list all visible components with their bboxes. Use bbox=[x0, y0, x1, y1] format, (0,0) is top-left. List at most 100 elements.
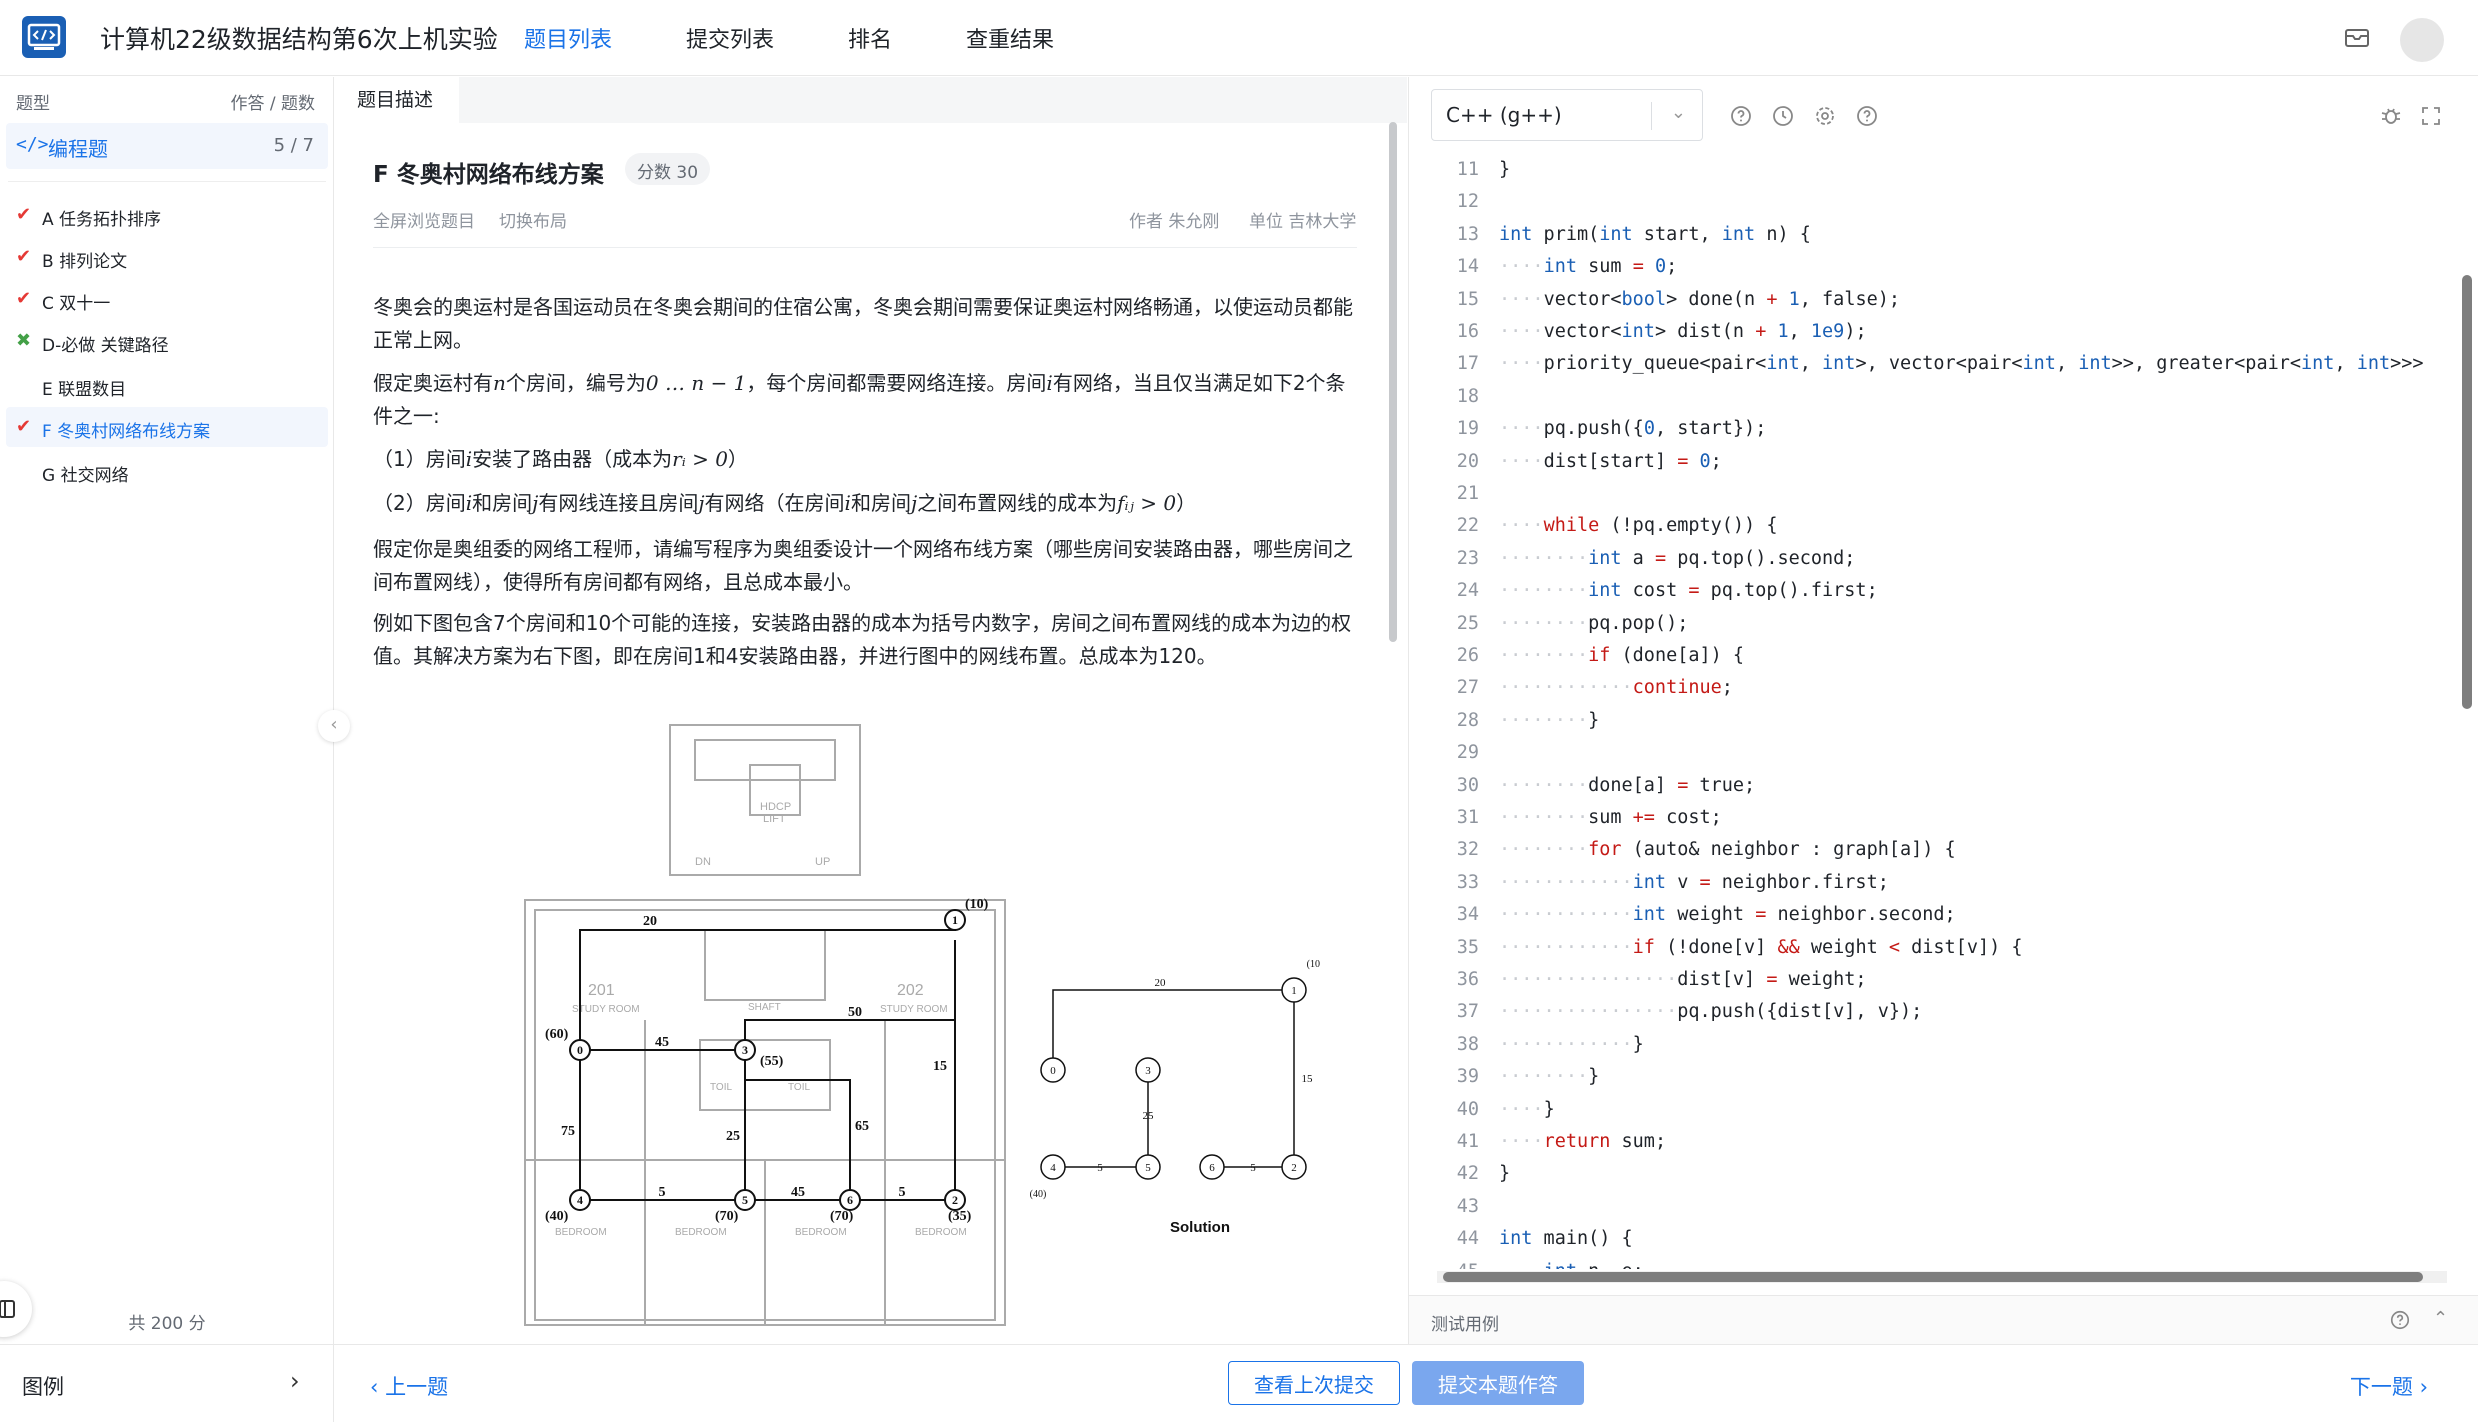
code-line[interactable]: 33 ············int v = neighbor.first; bbox=[1409, 872, 2469, 904]
nav-submission-list[interactable]: 提交列表 bbox=[686, 22, 774, 54]
problem-item-e[interactable]: E 联盟数目 bbox=[6, 365, 328, 405]
cost-label: (60) bbox=[545, 1027, 569, 1042]
code-line[interactable]: 38 ············} bbox=[1409, 1034, 2469, 1066]
code-line[interactable]: 16 ····vector<int> dist(n + 1, 1e9); bbox=[1409, 321, 2469, 353]
help-icon[interactable] bbox=[1729, 104, 1753, 128]
expand-up-icon[interactable]: ⌃ bbox=[2433, 1308, 2448, 1329]
code-line[interactable]: 22 ····while (!pq.empty()) { bbox=[1409, 515, 2469, 547]
code-line[interactable]: 30 ········done[a] = true; bbox=[1409, 775, 2469, 807]
history-icon[interactable] bbox=[1771, 104, 1795, 128]
code-line[interactable]: 45 ····int n, e; bbox=[1409, 1261, 2469, 1269]
avatar[interactable] bbox=[2400, 18, 2444, 62]
settings-icon[interactable] bbox=[1813, 104, 1837, 128]
test-cases-label[interactable]: 测试用例 bbox=[1431, 1310, 1499, 1335]
fullscreen-link[interactable]: 全屏浏览题目 bbox=[373, 207, 475, 232]
code-line[interactable]: 39 ········} bbox=[1409, 1066, 2469, 1098]
help-icon[interactable] bbox=[2389, 1309, 2411, 1335]
nav-plagiarism-results[interactable]: 查重结果 bbox=[966, 22, 1054, 54]
code-line[interactable]: 13 int prim(int start, int n) { bbox=[1409, 224, 2469, 256]
code-text: ····int sum = 0; bbox=[1499, 256, 1677, 277]
code-line[interactable]: 35 ············if (!done[v] && weight < d… bbox=[1409, 937, 2469, 969]
code-line[interactable]: 18 bbox=[1409, 386, 2469, 418]
problem-item-b[interactable]: ✔ B 排列论文 bbox=[6, 237, 328, 277]
code-line[interactable]: 40 ····} bbox=[1409, 1099, 2469, 1131]
code-line[interactable]: 20 ····dist[start] = 0; bbox=[1409, 451, 2469, 483]
code-line[interactable]: 27 ············continue; bbox=[1409, 677, 2469, 709]
code-token: cost; bbox=[1654, 807, 1722, 828]
scroll-thumb[interactable] bbox=[1443, 1272, 2423, 1282]
code-line[interactable]: 28 ········} bbox=[1409, 710, 2469, 742]
next-problem-link[interactable]: 下一题 › bbox=[2350, 1371, 2428, 1401]
category-programming[interactable]: </> 编程题 5 / 7 bbox=[6, 123, 328, 169]
fullscreen-icon[interactable] bbox=[2419, 104, 2443, 128]
code-token: + bbox=[1766, 288, 1778, 310]
code-line[interactable]: 25 ········pq.pop(); bbox=[1409, 613, 2469, 645]
code-token: ···· bbox=[1499, 515, 1544, 537]
help-icon[interactable] bbox=[1855, 104, 1879, 128]
language-select[interactable]: C++ (g++) ⌄ bbox=[1431, 89, 1703, 141]
code-line[interactable]: 41 ····return sum; bbox=[1409, 1131, 2469, 1163]
problem-item-c[interactable]: ✔ C 双十一 bbox=[6, 279, 328, 319]
collapse-sidebar-button[interactable]: ‹ bbox=[318, 710, 350, 742]
code-token: int bbox=[1721, 223, 1756, 245]
code-line[interactable]: 11} bbox=[1409, 159, 2469, 191]
code-line[interactable]: 17 ····priority_queue<pair<int, int>, vec… bbox=[1409, 353, 2469, 385]
problem-label: D-必做 关键路径 bbox=[42, 336, 169, 356]
bedroom-label: BEDROOM bbox=[795, 1227, 847, 1238]
code-area[interactable]: 11} 12 13 int prim(int start, int n) {14 ···… bbox=[1409, 149, 2469, 1269]
problem-item-g[interactable]: G 社交网络 bbox=[6, 451, 328, 491]
code-line[interactable]: 23 ········int a = pq.top().second; bbox=[1409, 548, 2469, 580]
code-text: ········} bbox=[1499, 710, 1599, 731]
code-line[interactable]: 32 ········for (auto& neighbor : graph[a]… bbox=[1409, 839, 2469, 871]
code-line[interactable]: 43 bbox=[1409, 1196, 2469, 1228]
code-token: , start}); bbox=[1654, 418, 1767, 440]
code-line[interactable]: 37 ················pq.push({dist[v], v}); bbox=[1409, 1001, 2469, 1033]
problem-item-a[interactable]: ✔ A 任务拓扑排序 bbox=[6, 195, 328, 235]
code-line[interactable]: 12 bbox=[1409, 191, 2469, 223]
code-line[interactable]: 34 ············int weight = neighbor.seco… bbox=[1409, 904, 2469, 936]
code-line[interactable]: 36 ················dist[v] = weight; bbox=[1409, 969, 2469, 1001]
toil-label: TOIL bbox=[788, 1082, 810, 1093]
line-number: 34 bbox=[1456, 904, 1479, 926]
tab-description[interactable]: 题目描述 bbox=[335, 77, 459, 123]
problem-scrollbar[interactable] bbox=[1389, 122, 1397, 642]
prev-problem-link[interactable]: ‹ 上一题 bbox=[370, 1371, 448, 1401]
code-token: neighbor.second; bbox=[1766, 904, 1956, 926]
code-token: weight; bbox=[1777, 969, 1867, 990]
code-text: ············} bbox=[1499, 1034, 1644, 1055]
switch-layout-link[interactable]: 切换布局 bbox=[499, 207, 567, 232]
line-number: 39 bbox=[1456, 1066, 1479, 1088]
nav-ranking[interactable]: 排名 bbox=[848, 22, 892, 54]
code-line[interactable]: 31 ········sum += cost; bbox=[1409, 807, 2469, 839]
math: n bbox=[493, 371, 506, 395]
view-last-submission-button[interactable]: 查看上次提交 bbox=[1228, 1361, 1400, 1405]
editor-horizontal-scrollbar[interactable] bbox=[1437, 1271, 2447, 1283]
code-line[interactable]: 15 ····vector<bool> done(n + 1, false); bbox=[1409, 289, 2469, 321]
submit-answer-button[interactable]: 提交本题作答 bbox=[1412, 1361, 1584, 1405]
math: fᵢⱼ > 0 bbox=[1117, 491, 1177, 515]
code-token: = bbox=[1654, 547, 1667, 569]
code-line[interactable]: 42} bbox=[1409, 1163, 2469, 1195]
code-line[interactable]: 29 bbox=[1409, 742, 2469, 774]
problem-item-f[interactable]: ✔ F 冬奥村网络布线方案 bbox=[6, 407, 328, 447]
code-line[interactable]: 26 ········if (done[a]) { bbox=[1409, 645, 2469, 677]
legend-toggle[interactable]: 图例 › bbox=[0, 1345, 334, 1422]
inbox-icon[interactable] bbox=[2342, 22, 2372, 52]
problem-item-d[interactable]: ✖ D-必做 关键路径 bbox=[6, 321, 328, 361]
code-token: = bbox=[1677, 774, 1689, 796]
code-line[interactable]: 14 ····int sum = 0; bbox=[1409, 256, 2469, 288]
code-line[interactable]: 44 int main() { bbox=[1409, 1228, 2469, 1260]
editor-vertical-scrollbar[interactable] bbox=[2462, 275, 2472, 709]
code-line[interactable]: 19 ····pq.push({0, start}); bbox=[1409, 418, 2469, 450]
nav-problem-list[interactable]: 题目列表 bbox=[524, 22, 612, 54]
text: 假定奥运村有 bbox=[373, 371, 493, 395]
code-line[interactable]: 21 bbox=[1409, 483, 2469, 515]
code-token: } bbox=[1543, 1098, 1555, 1120]
logo-icon[interactable] bbox=[22, 16, 66, 58]
code-token: ········ bbox=[1499, 709, 1589, 731]
code-token: >>, greater<pair< bbox=[2111, 353, 2302, 375]
debug-icon[interactable] bbox=[2379, 104, 2403, 128]
code-line[interactable]: 24 ········int cost = pq.top().first; bbox=[1409, 580, 2469, 612]
